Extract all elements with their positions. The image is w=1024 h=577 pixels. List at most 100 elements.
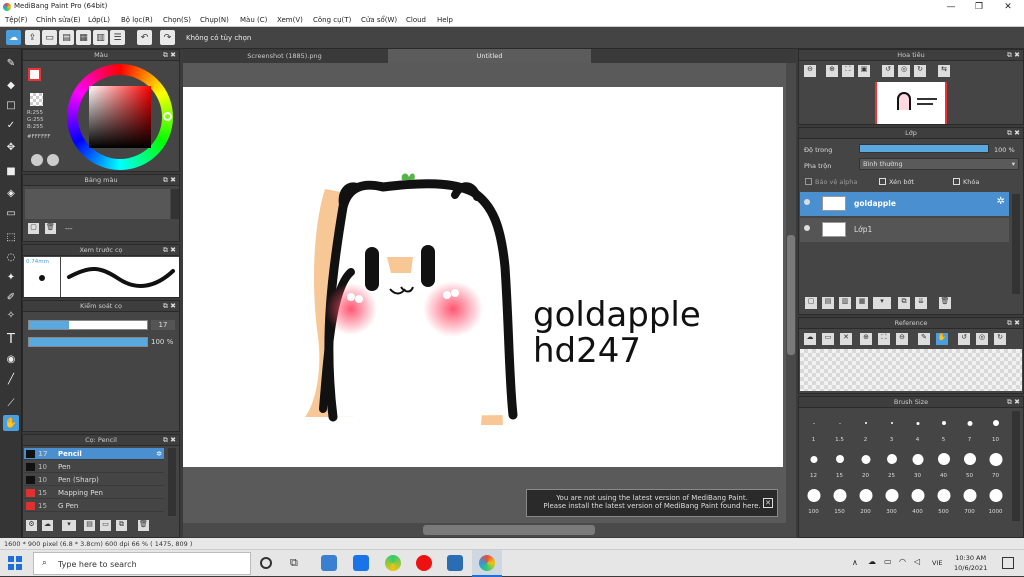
redo-icon[interactable]: ↷	[160, 30, 175, 45]
merge-layer-icon[interactable]: ⇊	[915, 297, 927, 309]
cloud-icon[interactable]: ☁	[6, 30, 21, 45]
flip-icon[interactable]: ⇆	[938, 65, 950, 77]
medibang-taskbar-button[interactable]	[472, 550, 502, 577]
canvas-vertical-scrollbar[interactable]	[786, 63, 796, 523]
layer-visibility-icon[interactable]	[804, 225, 810, 231]
menu-view[interactable]: Xem(V)	[277, 16, 303, 24]
brush-size-option[interactable]: 1	[801, 411, 826, 445]
brush-size-option[interactable]: 5	[931, 411, 956, 445]
brush-size-option[interactable]: 4	[905, 411, 930, 445]
brush-size-option[interactable]: 12	[801, 447, 826, 481]
vertical-scroll-thumb[interactable]	[787, 235, 795, 355]
undo-icon[interactable]: ↶	[137, 30, 152, 45]
rotate-left-icon[interactable]: ↺	[882, 65, 894, 77]
opera-icon[interactable]	[416, 555, 432, 571]
menu-layer[interactable]: Lớp(L)	[88, 16, 110, 24]
text-tool-icon[interactable]: T	[3, 331, 19, 347]
reference-close-icon[interactable]: ✕	[840, 333, 852, 345]
brush-list-item[interactable]: 10 Pen (Sharp)	[24, 474, 164, 486]
brush-duplicate-icon[interactable]: ⧉	[116, 520, 127, 531]
layer-add-menu-icon[interactable]: ▾	[873, 297, 891, 309]
brush-size-option[interactable]: 40	[931, 447, 956, 481]
windows-start-icon[interactable]	[8, 556, 22, 570]
brush-size-option[interactable]: 400	[905, 483, 930, 517]
brush-size-option[interactable]: 25	[879, 447, 904, 481]
brush-add-icon[interactable]: ▾	[62, 520, 76, 531]
grid-icon[interactable]: ▥	[93, 30, 108, 45]
reference-cloud-icon[interactable]: ☁	[804, 333, 816, 345]
rect-tool-icon[interactable]: □	[3, 97, 19, 113]
magic-wand-icon[interactable]: ✦	[3, 269, 19, 285]
panel-controls-icon[interactable]: ⧉ ✖	[1007, 128, 1020, 139]
layer-visibility-icon[interactable]	[804, 199, 810, 205]
brush-size-option[interactable]: 10	[983, 411, 1008, 445]
volume-icon[interactable]: ◁	[914, 557, 920, 566]
select-pen-icon[interactable]: ✐	[3, 289, 19, 305]
panel-controls-icon[interactable]: ⧉ ✖	[1007, 397, 1020, 408]
hue-marker[interactable]	[163, 112, 172, 121]
hue-wheel[interactable]	[67, 64, 173, 170]
panel-controls-icon[interactable]: ⧉ ✖	[163, 175, 176, 186]
line-tool-icon[interactable]: ✓	[3, 117, 19, 133]
lock-checkbox[interactable]	[953, 178, 960, 185]
color-history-icon[interactable]	[47, 154, 59, 166]
tab-untitled[interactable]: Untitled	[388, 49, 591, 63]
layer-row[interactable]: Lớp1	[800, 218, 1009, 242]
rotate-reset-icon[interactable]: ◎	[898, 65, 910, 77]
panel-controls-icon[interactable]: ⧉ ✖	[163, 245, 176, 256]
brush-size-value[interactable]: 17	[151, 320, 175, 330]
brush-size-option[interactable]: 20	[853, 447, 878, 481]
delete-palette-icon[interactable]: 🗑	[45, 223, 56, 234]
tray-chevron-icon[interactable]: ∧	[852, 558, 858, 567]
delete-layer-icon[interactable]: 🗑	[939, 297, 951, 309]
brush-size-option[interactable]: 1000	[983, 483, 1008, 517]
operation-tool-icon[interactable]: ◉	[3, 351, 19, 367]
zoom-out-icon[interactable]: ⊖	[804, 65, 816, 77]
panel-controls-icon[interactable]: ⧉ ✖	[163, 435, 176, 446]
reference-zoom-in-icon[interactable]: ⊕	[860, 333, 872, 345]
saturation-square[interactable]	[89, 86, 151, 148]
save-icon[interactable]: ⇪	[25, 30, 40, 45]
store-icon[interactable]	[321, 555, 337, 571]
reference-rotate-left-icon[interactable]: ↺	[958, 333, 970, 345]
brush-size-option[interactable]: 70	[983, 447, 1008, 481]
move-tool-icon[interactable]: ✥	[3, 139, 19, 155]
new-layer-1bit-icon[interactable]: ▥	[839, 297, 851, 309]
brush-tool-icon[interactable]: ✎	[3, 55, 19, 71]
browser-icon[interactable]	[385, 555, 401, 571]
eraser-tool-icon[interactable]: ◆	[3, 77, 19, 93]
brush-size-option[interactable]: 100	[801, 483, 826, 517]
menu-window[interactable]: Cửa sổ(W)	[361, 16, 397, 24]
panel-controls-icon[interactable]: ⧉ ✖	[163, 50, 176, 61]
brush-size-option[interactable]: 3	[879, 411, 904, 445]
minimize-button[interactable]: —	[937, 0, 965, 14]
brush-list-item[interactable]: 15 Mapping Pen	[24, 487, 164, 499]
menu-tools[interactable]: Công cụ(T)	[313, 16, 351, 24]
reference-canvas[interactable]	[800, 349, 1022, 391]
update-notification[interactable]: You are not using the latest version of …	[526, 489, 778, 517]
select-eraser-icon[interactable]: ✧	[3, 307, 19, 323]
menu-color[interactable]: Màu (C)	[240, 16, 267, 24]
brush-size-scrollbar[interactable]	[1012, 411, 1020, 521]
rotate-right-icon[interactable]: ↻	[914, 65, 926, 77]
panel-controls-icon[interactable]: ⧉ ✖	[1007, 318, 1020, 329]
new-layer-8bit-icon[interactable]: ▤	[822, 297, 834, 309]
select-tool-icon[interactable]: ⬚	[3, 229, 19, 245]
reference-fit-icon[interactable]: ⛶	[878, 333, 890, 345]
tab-screenshot[interactable]: Screenshot (1885).png	[183, 49, 386, 63]
brush-page-icon[interactable]: ▤	[84, 520, 95, 531]
protect-alpha-checkbox[interactable]	[805, 178, 812, 185]
menu-edit[interactable]: Chỉnh sửa(E)	[36, 16, 81, 24]
clock[interactable]: 10:30 AM 10/6/2021	[954, 553, 987, 573]
reference-zoom-out-icon[interactable]: ⊖	[896, 333, 908, 345]
zoom-in-icon[interactable]: ⊕	[826, 65, 838, 77]
palette-scrollbar[interactable]	[171, 189, 179, 219]
brush-cloud-icon[interactable]: ☁	[42, 520, 53, 531]
layer-row[interactable]: goldapple ✲	[800, 192, 1009, 216]
canvas-horizontal-scrollbar[interactable]	[183, 523, 796, 537]
brush-list-item[interactable]: 15 G Pen	[24, 500, 164, 512]
eyedropper-icon[interactable]: ⟋	[3, 395, 19, 411]
brush-size-option[interactable]: 7	[957, 411, 982, 445]
brush-size-option[interactable]: 30	[905, 447, 930, 481]
menu-cloud[interactable]: Cloud	[406, 16, 426, 24]
